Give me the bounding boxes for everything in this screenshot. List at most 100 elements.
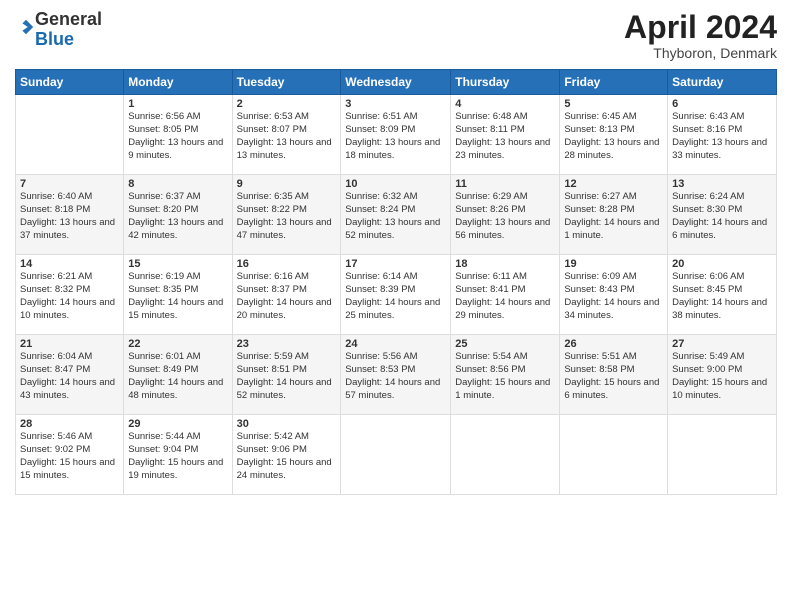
calendar-cell [451,415,560,495]
day-number: 21 [20,338,119,350]
day-info: Sunrise: 5:44 AMSunset: 9:04 PMDaylight:… [128,431,227,482]
day-number: 24 [345,338,446,350]
day-info: Sunrise: 5:59 AMSunset: 8:51 PMDaylight:… [237,351,337,402]
calendar-cell [560,415,668,495]
day-info: Sunrise: 6:45 AMSunset: 8:13 PMDaylight:… [564,111,663,162]
calendar-cell: 28Sunrise: 5:46 AMSunset: 9:02 PMDayligh… [16,415,124,495]
day-info: Sunrise: 6:24 AMSunset: 8:30 PMDaylight:… [672,191,772,242]
calendar-cell [16,95,124,175]
day-number: 16 [237,258,337,270]
weekday-header-sunday: Sunday [16,70,124,95]
day-number: 27 [672,338,772,350]
calendar-cell: 30Sunrise: 5:42 AMSunset: 9:06 PMDayligh… [232,415,341,495]
calendar-week-row: 7Sunrise: 6:40 AMSunset: 8:18 PMDaylight… [16,175,777,255]
weekday-header-saturday: Saturday [668,70,777,95]
day-number: 17 [345,258,446,270]
day-info: Sunrise: 6:53 AMSunset: 8:07 PMDaylight:… [237,111,337,162]
weekday-header-monday: Monday [124,70,232,95]
day-info: Sunrise: 6:43 AMSunset: 8:16 PMDaylight:… [672,111,772,162]
calendar-cell: 2Sunrise: 6:53 AMSunset: 8:07 PMDaylight… [232,95,341,175]
calendar-cell: 16Sunrise: 6:16 AMSunset: 8:37 PMDayligh… [232,255,341,335]
calendar-cell: 6Sunrise: 6:43 AMSunset: 8:16 PMDaylight… [668,95,777,175]
weekday-header-friday: Friday [560,70,668,95]
day-number: 26 [564,338,663,350]
day-info: Sunrise: 6:40 AMSunset: 8:18 PMDaylight:… [20,191,119,242]
calendar-cell: 21Sunrise: 6:04 AMSunset: 8:47 PMDayligh… [16,335,124,415]
day-number: 5 [564,98,663,110]
day-number: 19 [564,258,663,270]
day-number: 29 [128,418,227,430]
day-number: 12 [564,178,663,190]
month-title: April 2024 [624,10,777,45]
day-info: Sunrise: 5:56 AMSunset: 8:53 PMDaylight:… [345,351,446,402]
calendar-cell: 7Sunrise: 6:40 AMSunset: 8:18 PMDaylight… [16,175,124,255]
weekday-header-wednesday: Wednesday [341,70,451,95]
weekday-header-row: SundayMondayTuesdayWednesdayThursdayFrid… [16,70,777,95]
day-info: Sunrise: 6:27 AMSunset: 8:28 PMDaylight:… [564,191,663,242]
calendar-cell: 9Sunrise: 6:35 AMSunset: 8:22 PMDaylight… [232,175,341,255]
day-info: Sunrise: 6:48 AMSunset: 8:11 PMDaylight:… [455,111,555,162]
calendar-week-row: 21Sunrise: 6:04 AMSunset: 8:47 PMDayligh… [16,335,777,415]
day-number: 9 [237,178,337,190]
calendar-cell: 15Sunrise: 6:19 AMSunset: 8:35 PMDayligh… [124,255,232,335]
title-block: April 2024 Thyboron, Denmark [624,10,777,61]
day-number: 7 [20,178,119,190]
day-number: 18 [455,258,555,270]
calendar-cell: 10Sunrise: 6:32 AMSunset: 8:24 PMDayligh… [341,175,451,255]
location-title: Thyboron, Denmark [624,45,777,61]
day-info: Sunrise: 5:46 AMSunset: 9:02 PMDaylight:… [20,431,119,482]
day-number: 22 [128,338,227,350]
day-info: Sunrise: 6:29 AMSunset: 8:26 PMDaylight:… [455,191,555,242]
day-number: 14 [20,258,119,270]
calendar-cell: 8Sunrise: 6:37 AMSunset: 8:20 PMDaylight… [124,175,232,255]
day-number: 3 [345,98,446,110]
calendar-cell [341,415,451,495]
calendar-cell: 13Sunrise: 6:24 AMSunset: 8:30 PMDayligh… [668,175,777,255]
day-number: 6 [672,98,772,110]
logo-blue-text: Blue [35,29,74,49]
calendar-cell: 3Sunrise: 6:51 AMSunset: 8:09 PMDaylight… [341,95,451,175]
day-info: Sunrise: 5:49 AMSunset: 9:00 PMDaylight:… [672,351,772,402]
day-number: 25 [455,338,555,350]
calendar-cell: 18Sunrise: 6:11 AMSunset: 8:41 PMDayligh… [451,255,560,335]
day-number: 30 [237,418,337,430]
day-number: 11 [455,178,555,190]
logo: General Blue [15,10,102,50]
calendar-cell: 26Sunrise: 5:51 AMSunset: 8:58 PMDayligh… [560,335,668,415]
calendar-cell: 12Sunrise: 6:27 AMSunset: 8:28 PMDayligh… [560,175,668,255]
weekday-header-tuesday: Tuesday [232,70,341,95]
day-info: Sunrise: 6:51 AMSunset: 8:09 PMDaylight:… [345,111,446,162]
calendar-cell [668,415,777,495]
day-info: Sunrise: 6:11 AMSunset: 8:41 PMDaylight:… [455,271,555,322]
day-info: Sunrise: 5:42 AMSunset: 9:06 PMDaylight:… [237,431,337,482]
day-info: Sunrise: 5:54 AMSunset: 8:56 PMDaylight:… [455,351,555,402]
calendar-cell: 14Sunrise: 6:21 AMSunset: 8:32 PMDayligh… [16,255,124,335]
day-number: 1 [128,98,227,110]
calendar-cell: 5Sunrise: 6:45 AMSunset: 8:13 PMDaylight… [560,95,668,175]
day-info: Sunrise: 6:21 AMSunset: 8:32 PMDaylight:… [20,271,119,322]
calendar-cell: 25Sunrise: 5:54 AMSunset: 8:56 PMDayligh… [451,335,560,415]
page: General Blue April 2024 Thyboron, Denmar… [0,0,792,612]
logo-icon [17,18,35,36]
calendar-week-row: 28Sunrise: 5:46 AMSunset: 9:02 PMDayligh… [16,415,777,495]
day-number: 8 [128,178,227,190]
day-number: 4 [455,98,555,110]
calendar-week-row: 14Sunrise: 6:21 AMSunset: 8:32 PMDayligh… [16,255,777,335]
calendar-cell: 29Sunrise: 5:44 AMSunset: 9:04 PMDayligh… [124,415,232,495]
day-info: Sunrise: 6:56 AMSunset: 8:05 PMDaylight:… [128,111,227,162]
day-number: 2 [237,98,337,110]
header: General Blue April 2024 Thyboron, Denmar… [15,10,777,61]
day-number: 10 [345,178,446,190]
calendar-cell: 19Sunrise: 6:09 AMSunset: 8:43 PMDayligh… [560,255,668,335]
calendar-cell: 17Sunrise: 6:14 AMSunset: 8:39 PMDayligh… [341,255,451,335]
day-info: Sunrise: 6:01 AMSunset: 8:49 PMDaylight:… [128,351,227,402]
logo-general-text: General [35,9,102,29]
day-number: 23 [237,338,337,350]
day-number: 13 [672,178,772,190]
day-number: 28 [20,418,119,430]
calendar-table: SundayMondayTuesdayWednesdayThursdayFrid… [15,69,777,495]
day-number: 15 [128,258,227,270]
day-info: Sunrise: 6:37 AMSunset: 8:20 PMDaylight:… [128,191,227,242]
weekday-header-thursday: Thursday [451,70,560,95]
calendar-cell: 22Sunrise: 6:01 AMSunset: 8:49 PMDayligh… [124,335,232,415]
